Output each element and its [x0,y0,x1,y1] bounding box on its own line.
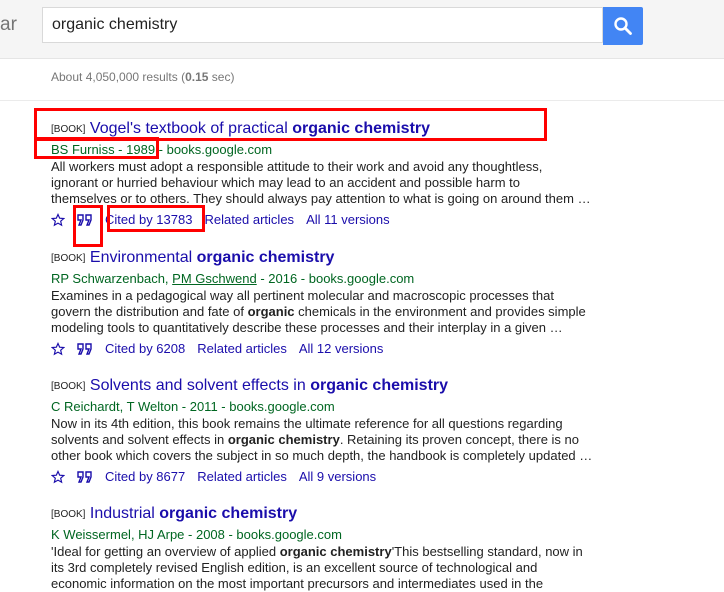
result-authors: RP Schwarzenbach, PM Gschwend - 2016 - b… [51,271,415,286]
result-actions: Cited by 8677 Related articles All 9 ver… [51,469,611,485]
result-authors: BS Furniss - 1989 - books.google.com [51,142,273,157]
result-title[interactable]: [BOOK] Vogel's textbook of practical org… [51,119,611,140]
logo-fragment[interactable]: ar [0,14,17,36]
results-stats: About 4,050,000 results (0.15 sec) [51,70,235,84]
result-item: [BOOK] Solvents and solvent effects in o… [51,376,611,485]
result-actions: Cited by 13783 Related articles All 11 v… [51,212,611,228]
result-snippet: All workers must adopt a responsible att… [51,159,591,206]
result-item: [BOOK] Environmental organic chemistry R… [51,248,611,357]
result-title[interactable]: [BOOK] Environmental organic chemistry [51,248,611,269]
all-versions-link[interactable]: All 9 versions [299,469,376,485]
result-item: [BOOK] Vogel's textbook of practical org… [51,119,611,228]
type-tag: [BOOK] [51,124,86,135]
cited-by-link[interactable]: Cited by 6208 [105,341,185,357]
save-star-icon[interactable] [51,470,65,484]
result-title[interactable]: [BOOK] Solvents and solvent effects in o… [51,376,611,397]
save-star-icon[interactable] [51,342,65,356]
search-input[interactable]: organic chemistry [42,7,603,43]
cite-quote-icon[interactable] [77,471,93,483]
type-tag: [BOOK] [51,509,86,520]
cite-quote-icon[interactable] [77,214,93,226]
result-authors: K Weissermel, HJ Arpe - 2008 - books.goo… [51,527,342,542]
cite-quote-icon[interactable] [77,343,93,355]
type-tag: [BOOK] [51,381,86,392]
result-title[interactable]: [BOOK] Industrial organic chemistry [51,504,611,525]
cited-by-link[interactable]: Cited by 13783 [105,212,192,228]
top-bar: ar organic chemistry [0,0,724,59]
result-item: [BOOK] Industrial organic chemistry K We… [51,504,611,592]
author-link[interactable]: PM Gschwend [172,271,257,286]
divider [0,100,724,101]
save-star-icon[interactable] [51,213,65,227]
related-articles-link[interactable]: Related articles [197,469,287,485]
related-articles-link[interactable]: Related articles [204,212,294,228]
all-versions-link[interactable]: All 12 versions [299,341,384,357]
result-snippet: 'Ideal for getting an overview of applie… [51,544,583,591]
result-snippet: Now in its 4th edition, this book remain… [51,416,593,463]
result-actions: Cited by 6208 Related articles All 12 ve… [51,341,611,357]
search-button[interactable] [603,7,643,45]
search-icon [614,17,632,35]
related-articles-link[interactable]: Related articles [197,341,287,357]
cited-by-link[interactable]: Cited by 8677 [105,469,185,485]
type-tag: [BOOK] [51,253,86,264]
result-authors: C Reichardt, T Welton - 2011 - books.goo… [51,399,335,414]
result-snippet: Examines in a pedagogical way all pertin… [51,288,586,335]
all-versions-link[interactable]: All 11 versions [306,212,390,228]
